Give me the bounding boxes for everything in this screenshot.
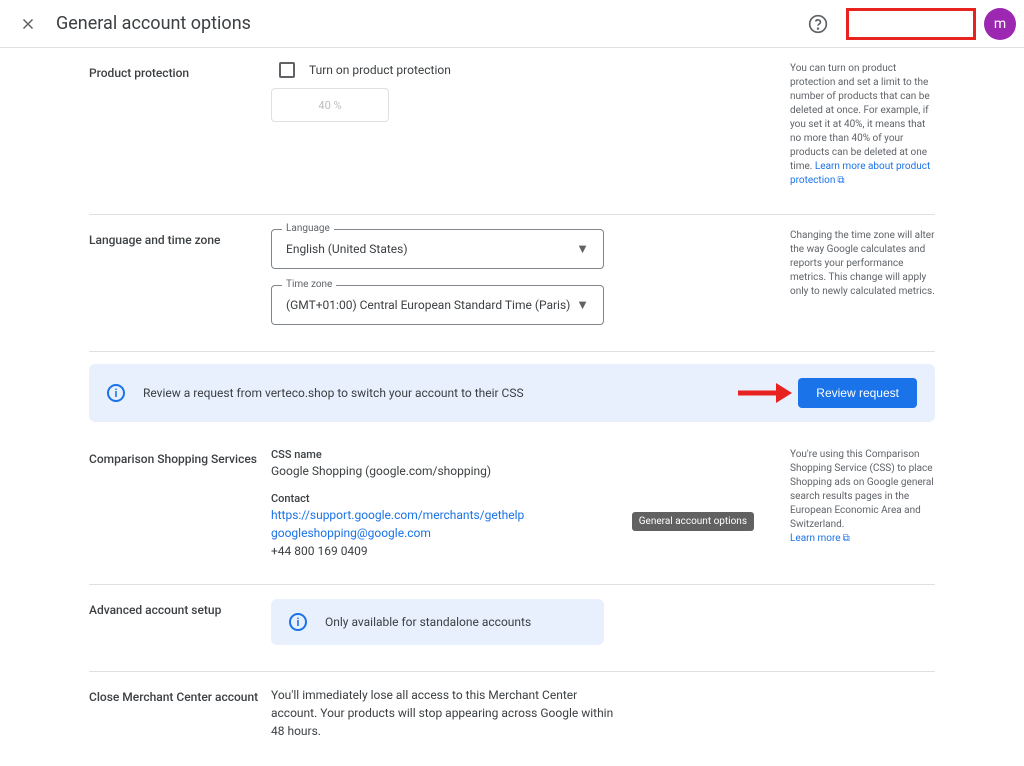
close-icon[interactable] — [8, 4, 48, 44]
info-icon: i — [289, 613, 307, 631]
css-contact-label: Contact — [271, 492, 754, 505]
css-name-value: Google Shopping (google.com/shopping) — [271, 464, 754, 478]
protection-percent-field[interactable]: 40 % — [271, 88, 389, 122]
css-help-text: You're using this Comparison Shopping Se… — [790, 448, 935, 558]
css-phone: +44 800 169 0409 — [271, 544, 754, 558]
product-protection-section: Product protection Turn on product prote… — [89, 48, 935, 215]
section-label: Advanced account setup — [89, 599, 271, 645]
annotation-box — [846, 8, 976, 40]
external-link-icon: ⧉ — [843, 532, 850, 546]
protection-checkbox[interactable] — [279, 62, 295, 78]
language-timezone-section: Language and time zone Language English … — [89, 215, 935, 352]
section-label: Product protection — [89, 62, 271, 188]
section-label: Language and time zone — [89, 229, 271, 325]
protection-learn-more-link[interactable]: Learn more about product protection⧉ — [790, 161, 930, 186]
close-account-section: Close Merchant Center account You'll imm… — [89, 672, 935, 766]
section-label: Comparison Shopping Services — [89, 448, 271, 558]
external-link-icon: ⧉ — [837, 174, 844, 188]
avatar[interactable]: m — [984, 8, 1016, 40]
info-icon: i — [107, 384, 125, 402]
advanced-setup-section: Advanced account setup i Only available … — [89, 585, 935, 672]
help-icon[interactable] — [798, 4, 838, 44]
advanced-info-banner: i Only available for standalone accounts — [271, 599, 604, 645]
chevron-down-icon: ▼ — [576, 297, 589, 313]
review-request-button[interactable]: Review request — [798, 378, 917, 408]
checkbox-label: Turn on product protection — [309, 63, 451, 77]
section-label: Close Merchant Center account — [89, 686, 271, 740]
tooltip: General account options — [632, 512, 754, 531]
css-learn-more-link[interactable]: Learn more⧉ — [790, 533, 850, 544]
review-request-banner: i Review a request from verteco.shop to … — [89, 364, 935, 422]
css-section: Comparison Shopping Services CSS name Go… — [89, 434, 935, 585]
page-header: General account options m — [0, 0, 1024, 48]
banner-text: Review a request from verteco.shop to sw… — [143, 386, 780, 400]
page-title: General account options — [56, 13, 798, 34]
timezone-select[interactable]: Time zone (GMT+01:00) Central European S… — [271, 285, 604, 325]
close-account-description: You'll immediately lose all access to th… — [271, 686, 621, 740]
protection-help-text: You can turn on product protection and s… — [790, 62, 935, 188]
language-select[interactable]: Language English (United States) ▼ — [271, 229, 604, 269]
css-name-label: CSS name — [271, 448, 754, 461]
language-help-text: Changing the time zone will alter the wa… — [790, 229, 935, 325]
chevron-down-icon: ▼ — [576, 241, 589, 257]
content-area: Product protection Turn on product prote… — [77, 48, 947, 766]
